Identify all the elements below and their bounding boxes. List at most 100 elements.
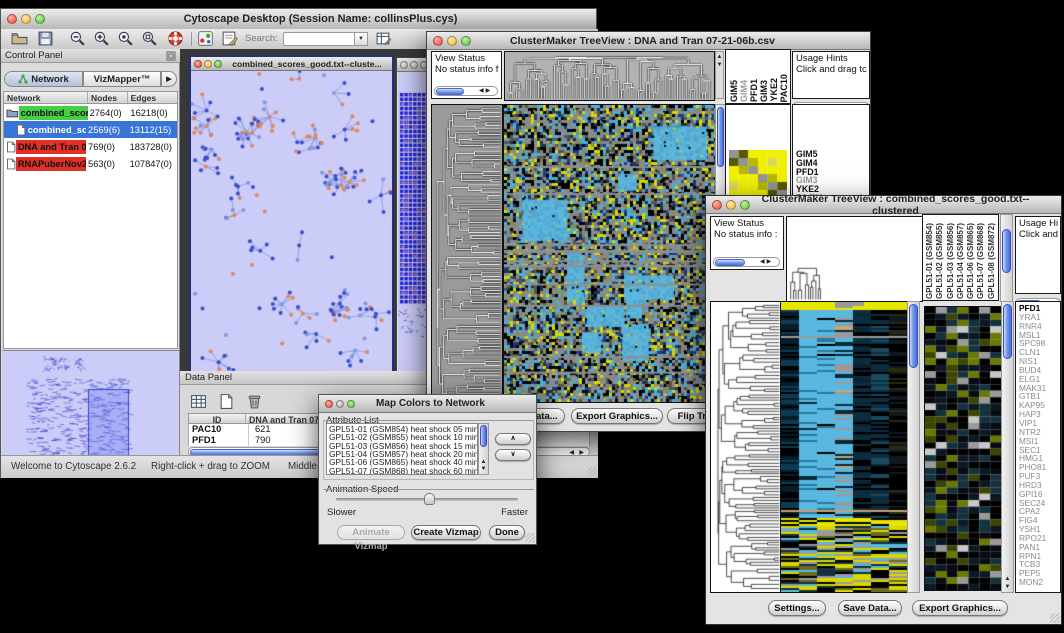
- spinner-down-icon[interactable]: ▼: [716, 62, 723, 68]
- attribute-list-item[interactable]: GPL51-04 (GSM857) heat shock 20 min: [329, 450, 477, 458]
- tv2-heatmap-vscrollbar[interactable]: [907, 301, 920, 593]
- column-label[interactable]: GIM3: [759, 80, 768, 102]
- column-label[interactable]: GPL51-08 (GSM872): [987, 223, 997, 299]
- minimize-button[interactable]: [410, 61, 418, 69]
- tab-more[interactable]: ▶: [161, 71, 177, 87]
- attribute-list-item[interactable]: GPL51-02 (GSM855) heat shock 10 min: [329, 433, 477, 441]
- attribute-list[interactable]: GPL51-01 (GSM854) heat shock 05 minGPL51…: [326, 423, 478, 475]
- attribute-list-item[interactable]: GPL51-01 (GSM854) heat shock 05 min: [329, 425, 477, 433]
- network-table-row[interactable]: RNAPuberNov2+563(0)107847(0): [4, 155, 177, 172]
- col-id[interactable]: ID: [189, 414, 246, 423]
- tv1-column-labels[interactable]: GIM5GIM4PFD1GIM3YKE2PAC10: [725, 49, 791, 104]
- close-button[interactable]: [712, 200, 722, 210]
- minimize-button[interactable]: [21, 14, 31, 24]
- settings-button[interactable]: Settings...: [768, 600, 826, 616]
- save-session-icon[interactable]: [37, 30, 54, 47]
- close-button[interactable]: [325, 400, 333, 408]
- scroll-left-icon[interactable]: ◀: [759, 259, 766, 265]
- scrollbar-thumb[interactable]: [715, 259, 745, 266]
- delete-attribute-icon[interactable]: [246, 393, 263, 410]
- scrollbar-thumb[interactable]: [909, 304, 918, 368]
- minimize-button[interactable]: [204, 60, 212, 68]
- attribute-list-item[interactable]: GPL51-06 (GSM865) heat shock 40 min: [329, 458, 477, 466]
- tab-vizmapper[interactable]: VizMapper™: [83, 71, 161, 87]
- resize-grip[interactable]: [525, 533, 535, 543]
- tv2-heatmap[interactable]: [780, 301, 908, 593]
- scroll-left-icon[interactable]: ◀: [478, 88, 485, 94]
- slider-thumb[interactable]: [424, 493, 435, 505]
- attribute-browser-icon[interactable]: [375, 30, 392, 47]
- resize-grip[interactable]: [1050, 613, 1060, 623]
- spinner-up-icon[interactable]: ▲: [716, 54, 723, 60]
- help-icon[interactable]: [167, 30, 184, 47]
- col-nodes[interactable]: Nodes: [88, 92, 128, 103]
- column-label[interactable]: PFD1: [749, 79, 758, 102]
- attribute-list-item[interactable]: GPL51-07 (GSM868) heat shock 60 min: [329, 467, 477, 475]
- scroll-down-icon[interactable]: ▼: [479, 466, 488, 472]
- export-graphics-button[interactable]: Export Graphics...: [912, 600, 1008, 616]
- zoom-button[interactable]: [740, 200, 750, 210]
- network-table-header[interactable]: Network Nodes Edges: [3, 91, 178, 104]
- zoom-out-icon[interactable]: [69, 30, 86, 47]
- tv2-genes-vscrollbar[interactable]: ▲ ▼: [1001, 301, 1014, 593]
- zoom-in-icon[interactable]: [93, 30, 110, 47]
- attribute-table-icon[interactable]: [190, 393, 207, 410]
- save-data-button[interactable]: Save Data...: [838, 600, 902, 616]
- tv2-column-dendrogram[interactable]: [786, 216, 923, 302]
- col-edges[interactable]: Edges: [128, 92, 177, 103]
- dialog-titlebar[interactable]: Map Colors to Network: [319, 395, 536, 413]
- column-label[interactable]: YKE2: [769, 78, 778, 102]
- float-panel-icon[interactable]: [166, 51, 176, 61]
- column-label[interactable]: PAC10: [779, 74, 788, 102]
- vizmapper-icon[interactable]: [197, 30, 214, 47]
- column-label[interactable]: GPL51-07 (GSM868): [976, 223, 986, 299]
- zoom-button[interactable]: [35, 14, 45, 24]
- tv1-row-dendrogram[interactable]: [431, 104, 503, 403]
- close-button[interactable]: [400, 61, 408, 69]
- attribute-list-item[interactable]: GPL51-03 (GSM856) heat shock 15 min: [329, 442, 477, 450]
- network-table-row[interactable]: DNA and Tran 07769(0)183728(0): [4, 138, 177, 155]
- scrollbar-thumb[interactable]: [717, 107, 724, 167]
- resize-grip[interactable]: [587, 467, 597, 477]
- network-window-combined[interactable]: combined_scores_good.txt--cluste...: [189, 55, 394, 377]
- scrollbar-thumb[interactable]: [436, 88, 464, 95]
- tv2-labels-vscrollbar[interactable]: [1000, 214, 1013, 302]
- column-label[interactable]: GPL51-04 (GSM857): [956, 223, 966, 299]
- scroll-right-icon[interactable]: ▶: [485, 88, 492, 94]
- minimize-button[interactable]: [726, 200, 736, 210]
- column-label[interactable]: GPL51-03 (GSM856): [946, 223, 956, 299]
- tv1-titlebar[interactable]: ClusterMaker TreeView : DNA and Tran 07-…: [427, 32, 870, 50]
- tv1-summary-matrix[interactable]: [729, 150, 787, 198]
- zoom-button[interactable]: [214, 60, 222, 68]
- tv2-titlebar[interactable]: ClusterMaker TreeView : combined_scores_…: [706, 196, 1061, 214]
- close-button[interactable]: [7, 14, 17, 24]
- tv2-zoom-heatmap[interactable]: [924, 306, 1002, 591]
- network-table-row[interactable]: combined_scores2764(0)16218(0): [4, 104, 177, 121]
- minimize-button[interactable]: [447, 36, 457, 46]
- zoom-button[interactable]: [461, 36, 471, 46]
- search-dropdown-button[interactable]: ▼: [355, 32, 368, 46]
- move-up-button[interactable]: ∧: [495, 433, 531, 445]
- scrollbar-thumb[interactable]: [1003, 304, 1012, 359]
- tv2-row-dendrogram[interactable]: [710, 301, 782, 593]
- col-network[interactable]: Network: [4, 92, 88, 103]
- move-down-button[interactable]: ∨: [495, 449, 531, 461]
- close-button[interactable]: [194, 60, 202, 68]
- column-label[interactable]: GPL51-01 (GSM854): [925, 223, 935, 299]
- network-table-row[interactable]: combined_sco2569(6)13112(15): [4, 121, 177, 138]
- new-attribute-icon[interactable]: [218, 393, 235, 410]
- gene-label[interactable]: MON2: [1019, 578, 1060, 587]
- tab-network[interactable]: Network: [4, 71, 83, 87]
- scroll-down-icon[interactable]: ▼: [1002, 584, 1013, 590]
- tv1-heatmap[interactable]: [503, 104, 716, 403]
- zoom-fit-icon[interactable]: [141, 30, 158, 47]
- close-button[interactable]: [433, 36, 443, 46]
- open-file-icon[interactable]: [11, 30, 28, 47]
- search-input[interactable]: [283, 32, 355, 46]
- tv1-column-dendrogram[interactable]: [504, 51, 715, 101]
- scroll-up-icon[interactable]: ▲: [1002, 576, 1013, 582]
- tv2-gene-labels[interactable]: PFD1YRA1RNR4MSL1SPC98CLN1NIS1BUD4ELG1MAK…: [1015, 301, 1061, 593]
- column-label[interactable]: GIM5: [729, 80, 738, 102]
- minimize-button[interactable]: [336, 400, 344, 408]
- attribute-list-vscrollbar[interactable]: ▲ ▼: [478, 423, 489, 475]
